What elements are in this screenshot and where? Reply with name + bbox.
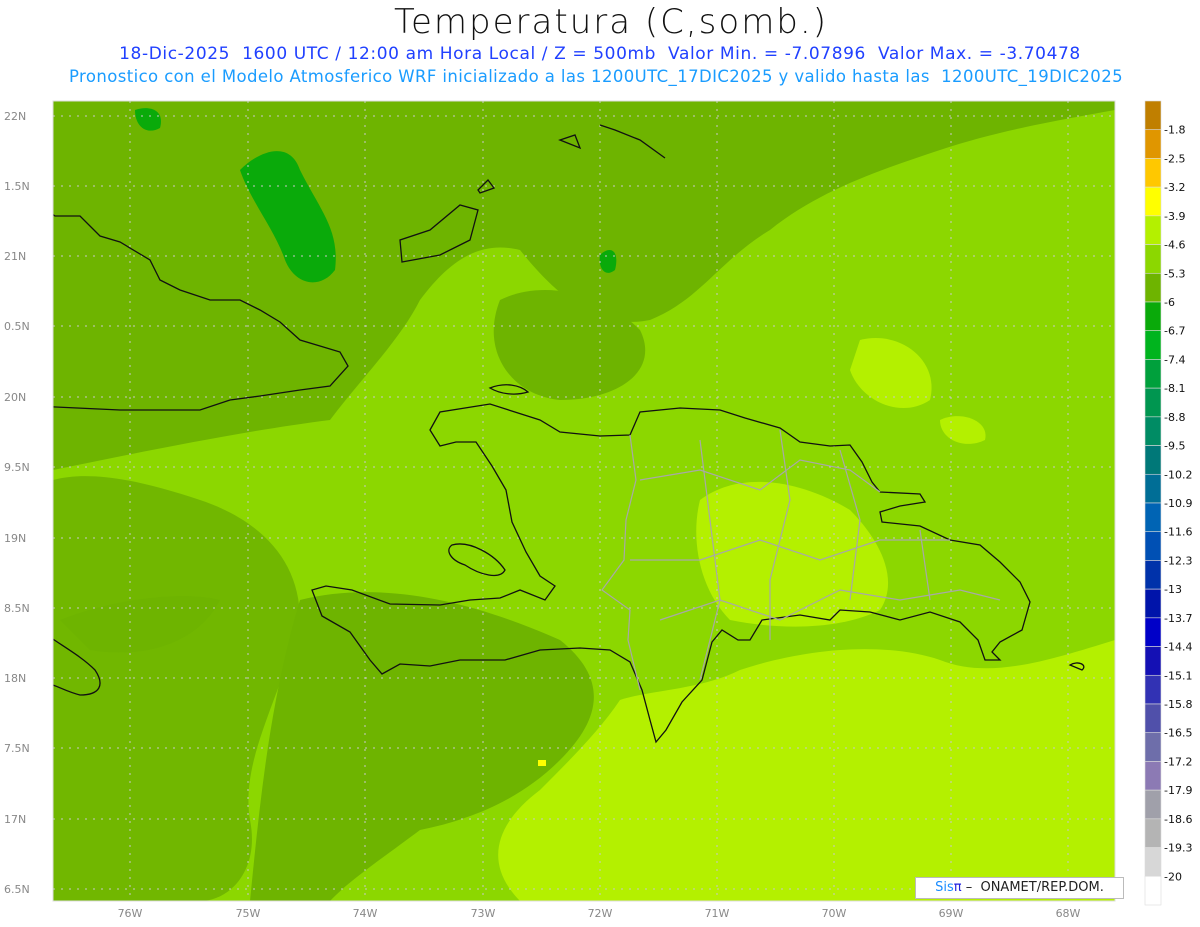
colorbar-swatch	[1144, 416, 1162, 446]
colorbar-swatch	[1144, 359, 1162, 389]
colorbar-swatch	[1144, 703, 1162, 734]
lat-label: 8.5N	[4, 602, 30, 615]
colorbar-swatch	[1144, 129, 1162, 159]
lat-label: 21N	[4, 250, 26, 263]
colorbar-label: -2.5	[1164, 152, 1185, 165]
lat-label: 22N	[4, 110, 26, 123]
colorbar-swatch	[1144, 473, 1162, 504]
colorbar-label: -8.8	[1164, 411, 1185, 424]
temperature-map: 22N 1.5N 21N 0.5N 20N 9.5N 19N 8.5N 18N …	[4, 100, 1192, 920]
lon-label: 69W	[939, 907, 964, 920]
colorbar-legend: -1.8 -2.5 -3.2 -3.9 -4.6 -5.3 -6 -6.7 -7.4 -8.1 -8…	[1144, 100, 1192, 906]
lon-label: 73W	[471, 907, 496, 920]
lon-label: 71W	[705, 907, 730, 920]
colorbar-label: -12.3	[1164, 554, 1192, 567]
colorbar-swatch	[1144, 674, 1162, 705]
colorbar-label: -14.4	[1164, 641, 1192, 654]
sispi-logo-pi: π	[953, 880, 962, 895]
colorbar-swatch	[1144, 330, 1162, 360]
colorbar-swatch	[1144, 387, 1162, 418]
colorbar-swatch	[1144, 215, 1162, 245]
colorbar-label: -3.9	[1164, 210, 1185, 223]
colorbar-label: -6.7	[1164, 325, 1185, 338]
lon-label: 76W	[118, 907, 143, 920]
credit-text: – ONAMET/REP.DOM.	[961, 880, 1104, 895]
colorbar-swatch	[1144, 560, 1162, 590]
colorbar-label: -9.5	[1164, 440, 1185, 453]
lon-label: 74W	[353, 907, 378, 920]
colorbar-swatch	[1144, 761, 1162, 791]
colorbar-swatch	[1144, 588, 1162, 619]
lat-label: 9.5N	[4, 461, 30, 474]
colorbar-label: -20	[1164, 870, 1182, 883]
colorbar-swatch	[1144, 502, 1162, 533]
colorbar-label: -16.5	[1164, 727, 1192, 740]
colorbar-label: -10.9	[1164, 497, 1192, 510]
colorbar-swatch	[1144, 301, 1162, 332]
colorbar-swatch	[1144, 100, 1162, 131]
colorbar-swatch	[1144, 186, 1162, 217]
temperature-field	[53, 101, 1115, 901]
colorbar-swatch	[1144, 818, 1162, 848]
lat-label: 20N	[4, 391, 26, 404]
colorbar-label: -1.8	[1164, 124, 1185, 137]
lat-label: 1.5N	[4, 180, 30, 193]
colorbar-label: -8.1	[1164, 382, 1185, 395]
colorbar-label: -6	[1164, 296, 1175, 309]
colorbar-label: -15.8	[1164, 698, 1192, 711]
colorbar-swatch	[1144, 875, 1162, 906]
lat-label: 19N	[4, 532, 26, 545]
colorbar-label: -19.3	[1164, 842, 1192, 855]
colorbar-swatch	[1144, 789, 1162, 820]
colorbar-label: -5.3	[1164, 267, 1185, 280]
colorbar-swatch	[1144, 272, 1162, 303]
colorbar-swatch	[1144, 732, 1162, 762]
colorbar-swatch	[1144, 847, 1162, 877]
colorbar-swatch	[1144, 244, 1162, 274]
lat-label: 6.5N	[4, 883, 30, 896]
colorbar-label: -18.6	[1164, 813, 1192, 826]
colorbar-label: -13	[1164, 583, 1182, 596]
colorbar-label: -4.6	[1164, 239, 1185, 252]
colorbar-swatch	[1144, 531, 1162, 561]
colorbar-swatch	[1144, 617, 1162, 647]
latitude-labels: 22N 1.5N 21N 0.5N 20N 9.5N 19N 8.5N 18N …	[4, 110, 30, 896]
colorbar-label: -11.6	[1164, 526, 1192, 539]
colorbar-label: -3.2	[1164, 181, 1185, 194]
colorbar-swatch	[1144, 445, 1162, 475]
colorbar-label: -10.2	[1164, 468, 1192, 481]
lat-label: 17N	[4, 813, 26, 826]
colorbar-label: -17.9	[1164, 784, 1192, 797]
lon-label: 72W	[588, 907, 613, 920]
lat-label: 0.5N	[4, 320, 30, 333]
colorbar-label: -15.1	[1164, 669, 1192, 682]
lat-label: 18N	[4, 672, 26, 685]
sispi-logo-sis: Sis	[935, 880, 954, 895]
lat-label: 7.5N	[4, 742, 30, 755]
longitude-labels: 76W 75W 74W 73W 72W 71W 70W 69W 68W	[118, 907, 1081, 920]
colorbar-label: -7.4	[1164, 353, 1185, 366]
lon-label: 70W	[822, 907, 847, 920]
colorbar-label: -17.2	[1164, 755, 1192, 768]
colorbar-label: -13.7	[1164, 612, 1192, 625]
credit-box: Sisπ – ONAMET/REP.DOM.	[915, 877, 1124, 899]
colorbar-swatch	[1144, 158, 1162, 188]
colorbar-swatch	[1144, 646, 1162, 676]
lon-label: 68W	[1056, 907, 1081, 920]
lon-label: 75W	[236, 907, 261, 920]
